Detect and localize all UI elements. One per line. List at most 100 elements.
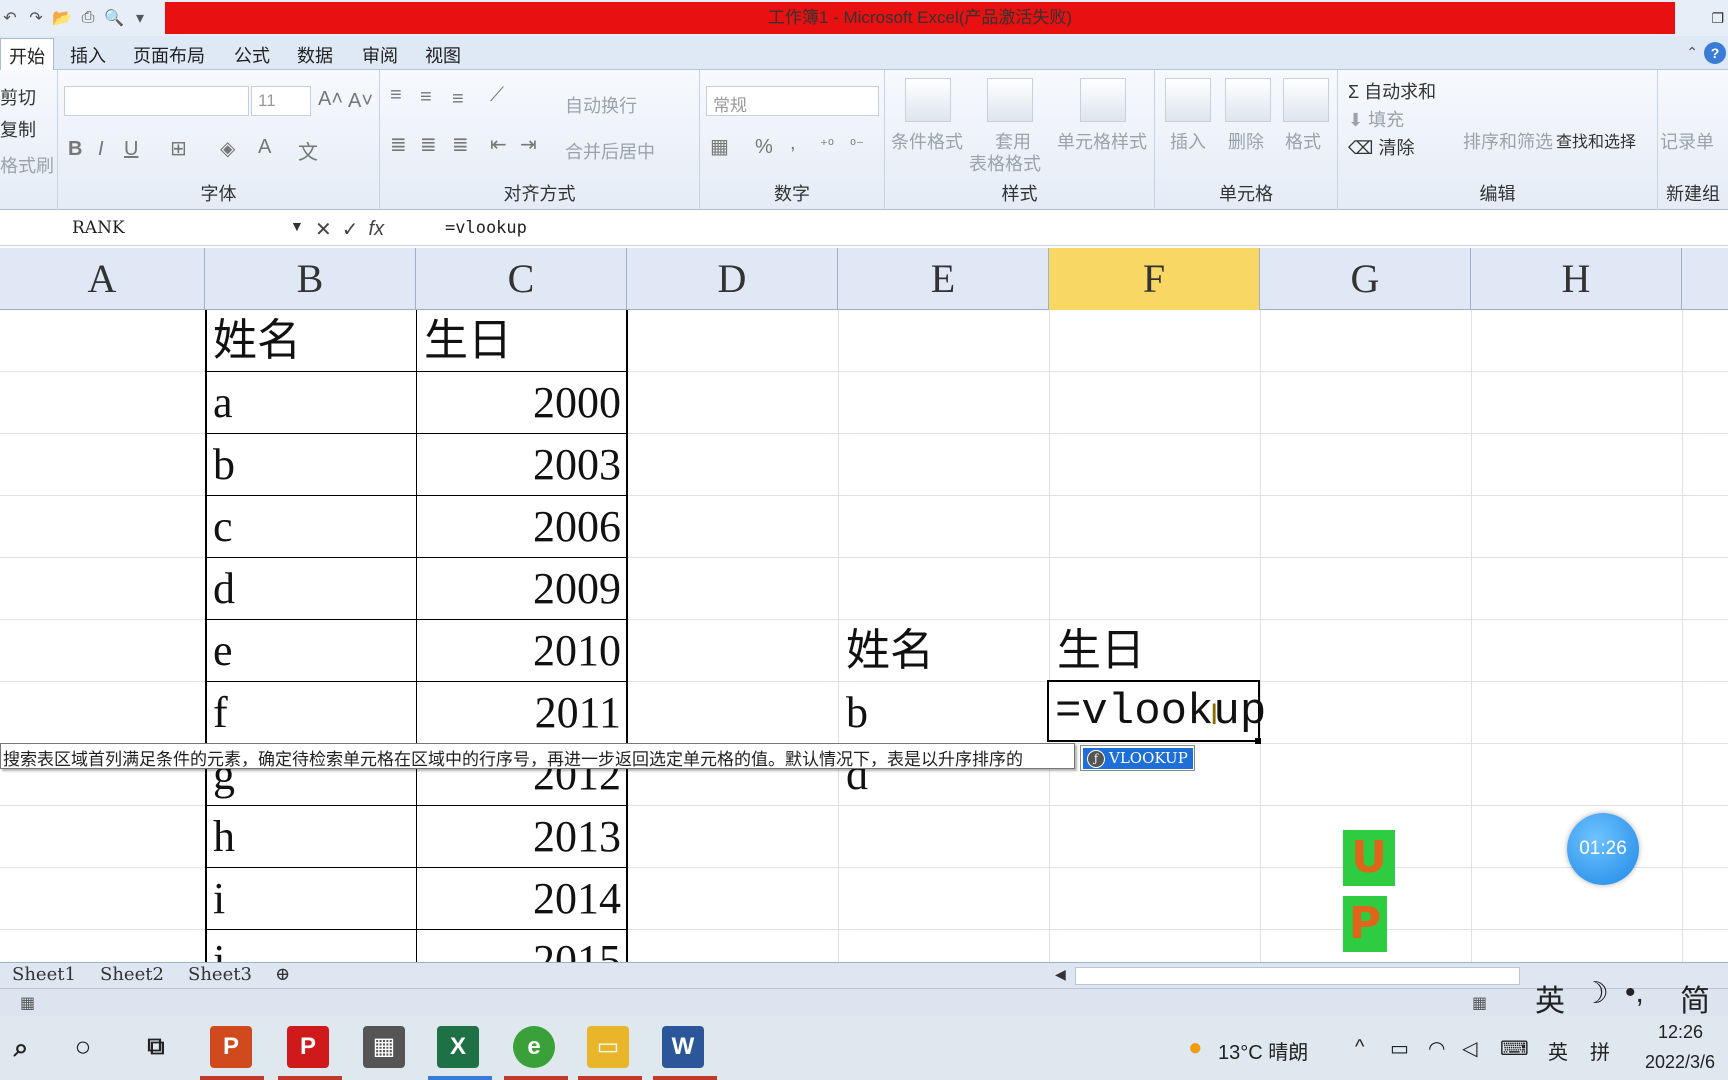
record-form-button[interactable]: 记录单 bbox=[1660, 128, 1714, 154]
find-select-button[interactable]: 查找和选择 bbox=[1556, 128, 1636, 152]
chevron-down-icon[interactable]: ▼ bbox=[290, 218, 304, 234]
insert-button[interactable]: 插入 bbox=[1170, 128, 1206, 154]
table-cell-year[interactable]: 2015 bbox=[416, 930, 627, 962]
column-header-h[interactable]: H bbox=[1471, 248, 1682, 310]
minimize-ribbon-icon[interactable]: ⌃ bbox=[1686, 44, 1698, 61]
insert-cells-icon[interactable] bbox=[1165, 78, 1211, 122]
phonetic-icon[interactable]: 文 bbox=[298, 136, 318, 165]
conditional-format-icon[interactable] bbox=[905, 78, 951, 122]
table-header-birthday[interactable]: 生日 bbox=[416, 310, 627, 372]
column-header-g[interactable]: G bbox=[1260, 248, 1471, 310]
fill-handle[interactable] bbox=[1255, 738, 1261, 744]
table-cell-year[interactable]: 2009 bbox=[416, 558, 627, 620]
clock-date[interactable]: 2022/3/6 bbox=[1645, 1052, 1715, 1073]
border-icon[interactable]: ⊞ bbox=[170, 136, 187, 161]
print-icon[interactable]: ⎙ bbox=[78, 9, 98, 27]
tray-ime-pinyin[interactable]: 拼 bbox=[1590, 1036, 1610, 1065]
tab-page-layout[interactable]: 页面布局 bbox=[133, 42, 205, 68]
tab-sheet2[interactable]: Sheet2 bbox=[100, 964, 164, 985]
powerpoint-icon[interactable]: P bbox=[210, 1026, 252, 1068]
lookup-header-name[interactable]: 姓名 bbox=[838, 620, 1049, 682]
restore-icon[interactable]: ❐ bbox=[1711, 10, 1724, 27]
normal-view-icon[interactable]: ▦ bbox=[1472, 993, 1487, 1013]
lookup-cell-name[interactable]: b bbox=[838, 682, 1049, 744]
excel-icon[interactable]: X bbox=[437, 1026, 479, 1068]
insert-function-icon[interactable]: fx bbox=[369, 218, 385, 241]
align-top-icon[interactable]: ≡ bbox=[390, 84, 402, 107]
align-middle-icon[interactable]: ≡ bbox=[420, 86, 432, 109]
format-painter-button[interactable]: 格式刷 bbox=[0, 152, 54, 178]
cell-styles-button[interactable]: 单元格样式 bbox=[1057, 128, 1147, 154]
cut-button[interactable]: 剪切 bbox=[0, 84, 36, 110]
table-cell-year[interactable]: 2014 bbox=[416, 868, 627, 930]
search-icon[interactable]: ⌕ bbox=[0, 1026, 42, 1068]
tab-view[interactable]: 视图 bbox=[425, 42, 461, 68]
accounting-icon[interactable]: ▦ bbox=[710, 134, 729, 159]
font-color-icon[interactable]: A bbox=[258, 136, 271, 159]
autosum-button[interactable]: Σ 自动求和 bbox=[1348, 78, 1436, 104]
table-cell-year[interactable]: 2011 bbox=[416, 682, 627, 744]
column-header-d[interactable]: D bbox=[627, 248, 838, 310]
table-cell-year[interactable]: 2003 bbox=[416, 434, 627, 496]
orientation-icon[interactable]: ⟋ bbox=[490, 84, 504, 107]
macro-record-icon[interactable]: ▦ bbox=[20, 993, 35, 1013]
word-icon[interactable]: W bbox=[662, 1026, 704, 1068]
tray-expand-icon[interactable]: ^ bbox=[1355, 1036, 1364, 1059]
bold-button[interactable]: B bbox=[68, 138, 82, 161]
delete-cells-icon[interactable] bbox=[1225, 78, 1271, 122]
customize-qat-icon[interactable]: ▾ bbox=[130, 8, 150, 28]
formula-input[interactable]: =vlookup bbox=[445, 218, 527, 238]
conditional-format-button[interactable]: 条件格式 bbox=[891, 128, 963, 154]
merge-center-button[interactable]: 合并后居中 bbox=[565, 138, 655, 164]
calculator-icon[interactable]: ▦ bbox=[363, 1026, 405, 1068]
table-cell-name[interactable]: a bbox=[205, 372, 416, 434]
table-cell-name[interactable]: b bbox=[205, 434, 416, 496]
table-cell-name[interactable]: d bbox=[205, 558, 416, 620]
keyboard-icon[interactable]: ⌨ bbox=[1500, 1036, 1529, 1061]
tab-review[interactable]: 审阅 bbox=[362, 42, 398, 68]
comma-button[interactable]: , bbox=[790, 132, 796, 155]
table-header-name[interactable]: 姓名 bbox=[205, 310, 416, 372]
column-header-f[interactable]: F bbox=[1049, 248, 1260, 310]
delete-button[interactable]: 删除 bbox=[1228, 128, 1264, 154]
number-format-select[interactable]: 常规 bbox=[706, 86, 879, 116]
cell-styles-icon[interactable] bbox=[1080, 78, 1126, 122]
worksheet-grid[interactable]: 姓名 生日 a 2000 b 2003 c 2006 d 2009 e 2010… bbox=[0, 310, 1728, 962]
wifi-icon[interactable]: ◠ bbox=[1428, 1036, 1445, 1061]
cortana-icon[interactable]: ○ bbox=[62, 1026, 104, 1068]
align-right-icon[interactable]: ≣ bbox=[452, 132, 469, 157]
fill-button[interactable]: ⬇ 填充 bbox=[1348, 106, 1404, 132]
table-cell-year[interactable]: 2013 bbox=[416, 806, 627, 868]
redo-icon[interactable]: ↷ bbox=[26, 8, 46, 28]
tab-sheet3[interactable]: Sheet3 bbox=[188, 964, 252, 985]
cancel-icon[interactable]: ✕ bbox=[315, 217, 332, 242]
table-cell-year[interactable]: 2006 bbox=[416, 496, 627, 558]
file-explorer-icon[interactable]: ▭ bbox=[587, 1026, 629, 1068]
column-header-b[interactable]: B bbox=[205, 248, 416, 310]
name-box[interactable]: RANK bbox=[0, 214, 305, 244]
table-cell-name[interactable]: i bbox=[205, 868, 416, 930]
lookup-header-birthday[interactable]: 生日 bbox=[1049, 620, 1260, 682]
tab-home[interactable]: 开始 bbox=[0, 38, 54, 71]
column-header-c[interactable]: C bbox=[416, 248, 627, 310]
enter-icon[interactable]: ✓ bbox=[342, 217, 359, 242]
function-autocomplete[interactable]: ƒ VLOOKUP bbox=[1080, 745, 1195, 771]
active-cell-editor[interactable]: =vlookup bbox=[1047, 680, 1266, 742]
format-button[interactable]: 格式 bbox=[1285, 128, 1321, 154]
font-name-select[interactable] bbox=[64, 86, 249, 116]
increase-decimal-icon[interactable]: ⁺⁰ bbox=[820, 136, 834, 154]
shrink-font-icon[interactable]: A˅ bbox=[348, 90, 373, 113]
decrease-decimal-icon[interactable]: ⁰⁻ bbox=[850, 136, 864, 154]
format-cells-icon[interactable] bbox=[1283, 78, 1329, 122]
decrease-indent-icon[interactable]: ⇤ bbox=[490, 132, 507, 157]
fill-color-icon[interactable]: ◈ bbox=[220, 136, 235, 161]
align-left-icon[interactable]: ≣ bbox=[390, 132, 407, 157]
sort-filter-button[interactable]: 排序和筛选 bbox=[1463, 128, 1553, 154]
column-header-e[interactable]: E bbox=[838, 248, 1049, 310]
table-cell-name[interactable]: c bbox=[205, 496, 416, 558]
autocomplete-item[interactable]: ƒ VLOOKUP bbox=[1083, 748, 1193, 769]
table-cell-name[interactable]: e bbox=[205, 620, 416, 682]
clear-button[interactable]: ⌫ 清除 bbox=[1348, 134, 1414, 160]
align-center-icon[interactable]: ≣ bbox=[420, 132, 437, 157]
undo-icon[interactable]: ↶ bbox=[0, 8, 20, 28]
